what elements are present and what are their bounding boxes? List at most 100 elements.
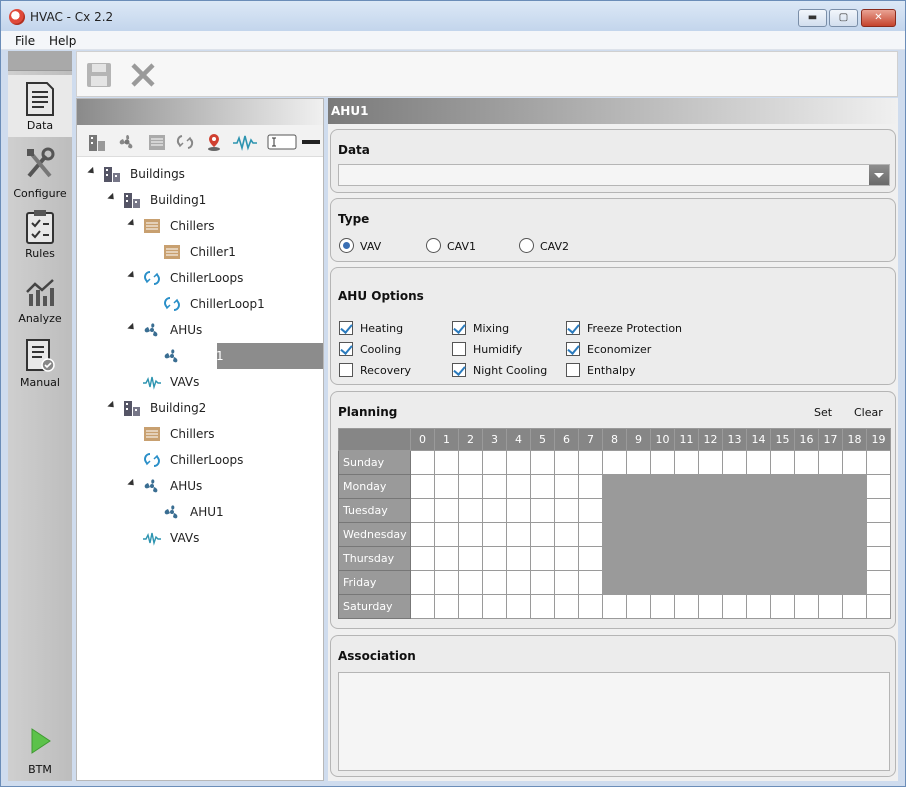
schedule-cell[interactable] [410,594,435,619]
association-list[interactable] [338,672,890,771]
schedule-cell[interactable] [506,474,531,499]
nav-configure[interactable]: Configure [8,140,72,202]
clear-button[interactable]: Clear [854,406,883,419]
schedule-cell[interactable] [626,474,651,499]
schedule-cell[interactable] [650,498,675,523]
schedule-cell[interactable] [602,546,627,571]
schedule-cell[interactable] [722,498,747,523]
buildings-icon[interactable] [87,132,107,152]
tree-item[interactable]: Chillers [77,213,323,239]
schedule-cell[interactable] [866,594,891,619]
close-window-button[interactable]: ✕ [861,9,896,27]
schedule-cell[interactable] [482,522,507,547]
expand-arrow-icon[interactable] [87,166,97,177]
text-field-icon[interactable] [267,132,297,152]
tree-item[interactable]: AHUs [77,317,323,343]
option-checkbox[interactable] [339,342,353,356]
schedule-cell[interactable] [602,594,627,619]
schedule-cell[interactable] [698,594,723,619]
nav-analyze[interactable]: Analyze [8,268,72,330]
chevron-down-icon[interactable] [869,165,889,185]
schedule-cell[interactable] [650,522,675,547]
schedule-cell[interactable] [794,498,819,523]
wave-icon[interactable] [232,132,258,152]
schedule-cell[interactable] [650,570,675,595]
schedule-cell[interactable] [554,546,579,571]
chiller-icon[interactable] [147,132,167,152]
schedule-cell[interactable] [842,546,867,571]
tree-item[interactable]: Chiller1 [77,239,323,265]
schedule-cell[interactable] [866,450,891,475]
schedule-cell[interactable] [866,546,891,571]
maximize-button[interactable]: ▢ [829,9,858,27]
schedule-cell[interactable] [794,594,819,619]
schedule-cell[interactable] [674,498,699,523]
schedule-cell[interactable] [794,546,819,571]
schedule-cell[interactable] [530,450,555,475]
schedule-cell[interactable] [650,594,675,619]
schedule-cell[interactable] [794,450,819,475]
expand-arrow-icon[interactable] [127,478,137,489]
schedule-cell[interactable] [602,570,627,595]
schedule-cell[interactable] [842,498,867,523]
schedule-cell[interactable] [842,474,867,499]
schedule-cell[interactable] [674,546,699,571]
schedule-cell[interactable] [842,522,867,547]
schedule-cell[interactable] [770,450,795,475]
schedule-cell[interactable] [866,522,891,547]
expand-arrow-icon[interactable] [127,322,137,333]
schedule-cell[interactable] [626,546,651,571]
schedule-cell[interactable] [506,546,531,571]
schedule-cell[interactable] [794,474,819,499]
schedule-cell[interactable] [434,450,459,475]
schedule-cell[interactable] [530,498,555,523]
option-checkbox[interactable] [566,342,580,356]
fan-icon[interactable] [117,132,137,152]
expand-arrow-icon[interactable] [127,270,137,281]
tree-item[interactable]: AHU1 [77,343,323,369]
schedule-cell[interactable] [554,474,579,499]
title-bar[interactable]: HVAC - Cx 2.2 ▬ ▢ ✕ [1,1,905,31]
schedule-cell[interactable] [698,546,723,571]
option-checkbox[interactable] [339,321,353,335]
schedule-cell[interactable] [410,570,435,595]
schedule-cell[interactable] [770,594,795,619]
schedule-cell[interactable] [458,522,483,547]
type-radio[interactable] [426,238,441,253]
schedule-cell[interactable] [458,474,483,499]
schedule-cell[interactable] [818,594,843,619]
option-checkbox[interactable] [452,363,466,377]
schedule-cell[interactable] [410,522,435,547]
schedule-cell[interactable] [746,474,771,499]
schedule-cell[interactable] [674,522,699,547]
set-button[interactable]: Set [814,406,832,419]
schedule-cell[interactable] [842,570,867,595]
schedule-cell[interactable] [506,522,531,547]
schedule-cell[interactable] [770,546,795,571]
schedule-cell[interactable] [794,522,819,547]
schedule-cell[interactable] [698,498,723,523]
schedule-cell[interactable] [434,570,459,595]
schedule-cell[interactable] [770,522,795,547]
schedule-cell[interactable] [746,498,771,523]
schedule-cell[interactable] [746,546,771,571]
minimize-button[interactable]: ▬ [798,9,827,27]
schedule-cell[interactable] [818,450,843,475]
tree-item[interactable]: Building2 [77,395,323,421]
schedule-cell[interactable] [722,546,747,571]
tree-item[interactable]: VAVs [77,369,323,395]
schedule-cell[interactable] [506,570,531,595]
save-icon[interactable] [85,61,113,89]
tree-item[interactable]: ChillerLoops [77,447,323,473]
schedule-cell[interactable] [746,594,771,619]
tree-item[interactable]: AHU1 [77,499,323,525]
schedule-cell[interactable] [602,474,627,499]
tree-item[interactable]: ChillerLoop1 [77,291,323,317]
schedule-cell[interactable] [530,546,555,571]
schedule-cell[interactable] [530,474,555,499]
tree-item[interactable]: VAVs [77,525,323,551]
menu-file[interactable]: File [15,34,35,48]
schedule-cell[interactable] [626,522,651,547]
schedule-cell[interactable] [506,498,531,523]
schedule-cell[interactable] [506,450,531,475]
